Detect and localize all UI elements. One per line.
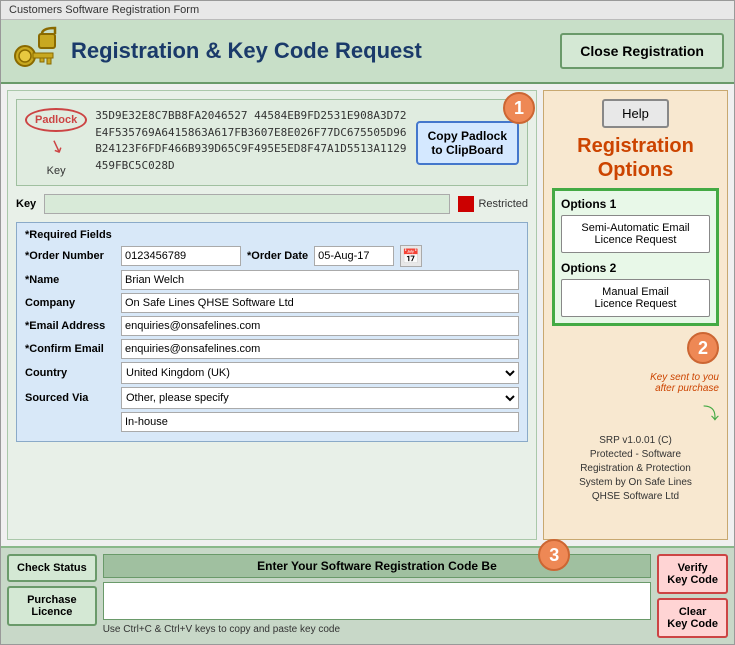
email-input[interactable] <box>121 316 519 336</box>
main-window: Customers Software Registration Form Reg… <box>0 0 735 645</box>
confirm-email-input[interactable] <box>121 339 519 359</box>
code-textarea[interactable] <box>103 582 652 620</box>
verify-clear-buttons: Verify Key Code Clear Key Code <box>657 554 728 638</box>
sourced-row: Sourced Via Other, please specify <box>25 387 519 409</box>
option-1-button[interactable]: Semi-Automatic Email Licence Request <box>561 215 710 253</box>
code-entry-label: Enter Your Software Registration Code Be <box>257 559 497 573</box>
restricted-indicator: Restricted <box>458 196 528 212</box>
confirm-email-label: *Confirm Email <box>25 343 115 355</box>
order-date-label: *Order Date <box>247 250 308 262</box>
calendar-button[interactable]: 📅 <box>400 245 422 267</box>
header-title: Registration & Key Code Request <box>71 38 422 64</box>
order-date-input[interactable] <box>314 246 394 266</box>
padlock-hex-display: 35D9E32E8C7BB8FA2046527 44584EB9FD2531E9… <box>95 108 407 177</box>
code-entry-title: Enter Your Software Registration Code Be… <box>103 554 652 578</box>
left-panel: Padlock ↘ Key 35D9E32E8C7BB8FA2046527 44… <box>7 90 537 540</box>
code-hint: Use Ctrl+C & Ctrl+V keys to copy and pas… <box>103 624 652 635</box>
bottom-section: Check Status Purchase Licence Enter Your… <box>1 546 734 644</box>
order-row: *Order Number *Order Date 📅 <box>25 245 519 267</box>
badge-1: 1 <box>503 92 535 124</box>
sourced-specify-input[interactable] <box>121 412 519 432</box>
registration-options-title: Registration Options <box>552 134 719 182</box>
company-input[interactable] <box>121 293 519 313</box>
name-input[interactable] <box>121 270 519 290</box>
clear-key-code-button[interactable]: Clear Key Code <box>657 598 728 638</box>
bottom-left-buttons: Check Status Purchase Licence <box>7 554 97 638</box>
restricted-text: Restricted <box>478 198 528 210</box>
srp-info: SRP v1.0.01 (C) Protected - Software Reg… <box>552 434 719 504</box>
padlock-label: Padlock <box>25 108 87 132</box>
padlock-col: Padlock ↘ Key <box>25 108 87 177</box>
right-panel: Help Registration Options Options 1 Semi… <box>543 90 728 540</box>
sourced-select[interactable]: Other, please specify <box>121 387 519 409</box>
required-fields-label: *Required Fields <box>25 229 519 241</box>
options-1-label: Options 1 <box>561 197 710 211</box>
header: Registration & Key Code Request Close Re… <box>1 20 734 84</box>
padlock-key-icon <box>11 26 61 76</box>
check-status-button[interactable]: Check Status <box>7 554 97 582</box>
name-row: *Name <box>25 270 519 290</box>
company-row: Company <box>25 293 519 313</box>
specify-row <box>25 412 519 432</box>
key-row: Key Restricted <box>16 192 528 216</box>
options-2-label: Options 2 <box>561 261 710 275</box>
email-row: *Email Address <box>25 316 519 336</box>
copy-padlock-button[interactable]: Copy Padlock to ClipBoard <box>416 121 519 165</box>
code-entry-area: Enter Your Software Registration Code Be… <box>103 554 652 638</box>
option-2-button[interactable]: Manual Email Licence Request <box>561 279 710 317</box>
key-sent-arrow-icon: ⤵ <box>552 400 719 424</box>
country-row: Country United Kingdom (UK) <box>25 362 519 384</box>
key-input[interactable] <box>44 194 450 214</box>
badge-3: 3 <box>538 539 570 571</box>
help-button[interactable]: Help <box>602 99 669 128</box>
main-content: Padlock ↘ Key 35D9E32E8C7BB8FA2046527 44… <box>1 84 734 546</box>
restricted-square-icon <box>458 196 474 212</box>
key-sent-note: Key sent to you after purchase <box>552 372 719 394</box>
sourced-label: Sourced Via <box>25 392 115 404</box>
header-left: Registration & Key Code Request <box>11 26 422 76</box>
badge-2: 2 <box>687 332 719 364</box>
order-number-label: *Order Number <box>25 250 115 262</box>
company-label: Company <box>25 297 115 309</box>
padlock-area: Padlock ↘ Key 35D9E32E8C7BB8FA2046527 44… <box>16 99 528 186</box>
key-row-label: Key <box>16 198 36 210</box>
name-label: *Name <box>25 274 115 286</box>
country-label: Country <box>25 367 115 379</box>
close-registration-button[interactable]: Close Registration <box>560 33 724 69</box>
window-title: Customers Software Registration Form <box>9 4 199 16</box>
required-fields-section: *Required Fields *Order Number *Order Da… <box>16 222 528 442</box>
country-select[interactable]: United Kingdom (UK) <box>121 362 519 384</box>
key-label: Key <box>47 165 66 177</box>
confirm-email-row: *Confirm Email <box>25 339 519 359</box>
purchase-licence-button[interactable]: Purchase Licence <box>7 586 97 626</box>
verify-key-code-button[interactable]: Verify Key Code <box>657 554 728 594</box>
email-label: *Email Address <box>25 320 115 332</box>
options-box: Options 1 Semi-Automatic Email Licence R… <box>552 188 719 326</box>
order-number-input[interactable] <box>121 246 241 266</box>
padlock-arrow-icon: ↘ <box>45 134 66 159</box>
title-bar: Customers Software Registration Form <box>1 1 734 20</box>
